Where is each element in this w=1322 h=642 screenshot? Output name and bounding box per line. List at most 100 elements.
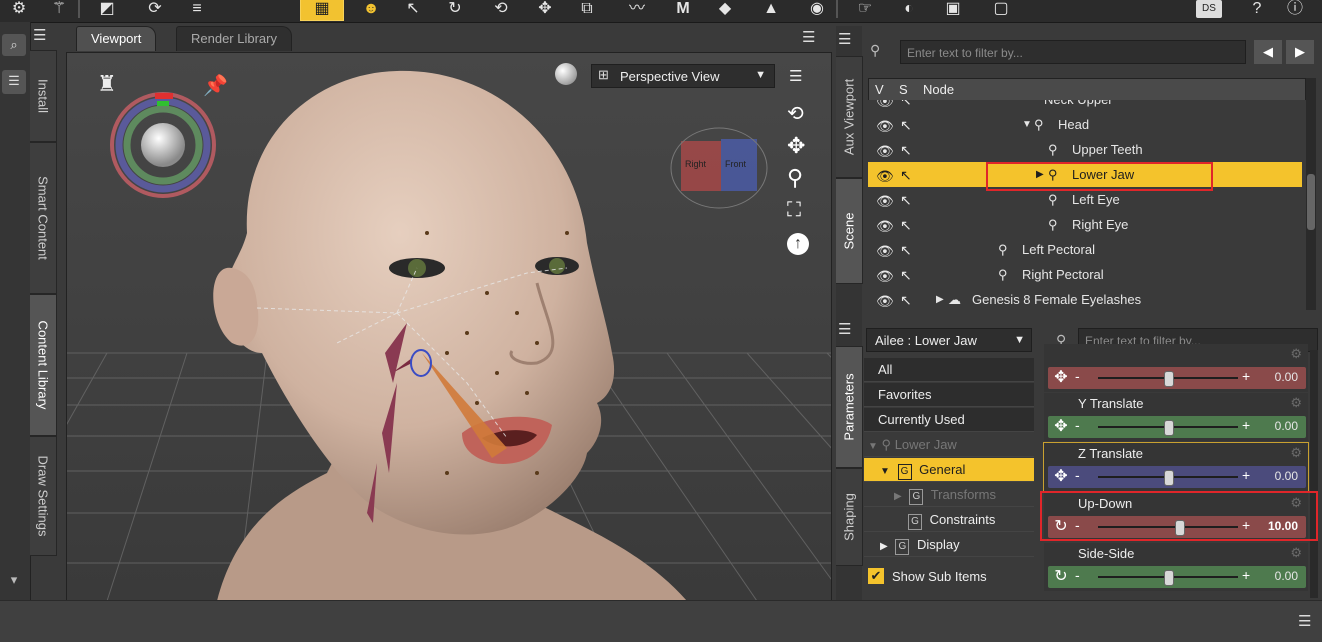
tab-viewport[interactable]: Viewport: [76, 26, 157, 51]
parameter-row[interactable]: ⚙ ✥ - +0.00: [1044, 344, 1308, 392]
parameters-scrollbar[interactable]: [1310, 350, 1318, 598]
gear-icon[interactable]: ⚙: [8, 0, 30, 18]
parameter-slider[interactable]: ✥ - +0.00: [1048, 466, 1306, 488]
category-transforms[interactable]: ▶ G Transforms: [864, 483, 1034, 507]
category-favorites[interactable]: Favorites: [864, 383, 1034, 407]
gear-icon[interactable]: ⚙: [1290, 346, 1302, 362]
category-currently-used[interactable]: Currently Used: [864, 408, 1034, 432]
category-constraints[interactable]: G Constraints: [864, 508, 1034, 532]
select-arrow-icon[interactable]: ↖: [900, 213, 918, 233]
pin-icon[interactable]: 📌: [203, 73, 228, 98]
gear-icon[interactable]: ⚙: [1290, 445, 1302, 461]
show-sub-items-checkbox[interactable]: ✔: [868, 568, 884, 584]
select-arrow-icon[interactable]: ↖: [900, 188, 918, 208]
category-lower-jaw[interactable]: ▼ ⚲ Lower Jaw: [864, 433, 1034, 457]
move-icon[interactable]: ✥: [534, 0, 556, 18]
select-arrow-icon[interactable]: ↖: [900, 100, 918, 108]
tree-row-neck-upper[interactable]: 👁 ↖ Neck Upper: [868, 100, 1302, 112]
render-window-icon[interactable]: ▢: [990, 0, 1012, 18]
scene-filter-input[interactable]: Enter text to filter by...: [900, 40, 1246, 64]
search-icon[interactable]: ⌕: [2, 34, 26, 56]
eye-icon[interactable]: 👁: [876, 189, 894, 209]
camera-icon[interactable]: ◉: [806, 0, 828, 18]
expand-arrow-icon[interactable]: ▶: [936, 287, 944, 310]
select-arrow-icon[interactable]: ↖: [900, 288, 918, 308]
gear-icon[interactable]: ⚙: [1290, 395, 1302, 411]
parameter-value[interactable]: 0.00: [1275, 370, 1298, 384]
smile-icon[interactable]: ☻: [360, 0, 382, 18]
eye-icon[interactable]: 👁: [876, 100, 894, 109]
decrement-button[interactable]: -: [1075, 368, 1080, 384]
redo-icon[interactable]: ⟲: [490, 0, 512, 18]
view-select[interactable]: ⊞ Perspective View ▼: [591, 64, 775, 88]
eye-icon[interactable]: 👁: [876, 214, 894, 234]
render-icon[interactable]: ◐: [898, 0, 920, 18]
ds-logo[interactable]: DS: [1196, 0, 1222, 18]
tree-row-upper-teeth[interactable]: 👁 ↖ ⚲ Upper Teeth: [868, 137, 1302, 162]
3d-viewport[interactable]: Right Front ♜ 📌 ⊞ Perspective View ▼ ☰ ⟲…: [66, 52, 832, 602]
tab-shaping[interactable]: Shaping: [836, 468, 863, 566]
parameter-slider[interactable]: ✥ - +0.00: [1048, 367, 1306, 389]
select-arrow-icon[interactable]: ↖: [900, 163, 918, 183]
parameter-row[interactable]: Z Translate ⚙ ✥ - +0.00: [1043, 442, 1309, 492]
figure-icon[interactable]: ♜: [97, 71, 117, 97]
paint-icon[interactable]: ◆: [714, 0, 736, 18]
render-settings-icon[interactable]: ▣: [942, 0, 964, 18]
viewport-menu-icon[interactable]: ☰: [802, 28, 824, 48]
tab-draw-settings[interactable]: Draw Settings: [30, 436, 57, 556]
parameter-row[interactable]: Y Translate ⚙ ✥ - +0.00: [1044, 393, 1308, 441]
select-arrow-icon[interactable]: ↖: [900, 138, 918, 158]
category-display[interactable]: ▶ G Display: [864, 533, 1034, 557]
transform-icon[interactable]: ◩: [96, 0, 118, 18]
eye-icon[interactable]: 👁: [876, 239, 894, 259]
gear-icon[interactable]: ⚙: [1290, 545, 1302, 561]
increment-button[interactable]: +: [1242, 467, 1250, 483]
parameter-value[interactable]: 0.00: [1275, 419, 1298, 433]
tab-parameters[interactable]: Parameters: [836, 346, 863, 468]
pointer-icon[interactable]: ☞: [854, 0, 876, 18]
pan-icon[interactable]: ✥: [787, 133, 805, 159]
camera-rotation-gizmo[interactable]: [110, 92, 216, 198]
decrement-button[interactable]: -: [1075, 467, 1080, 483]
slider-handle[interactable]: [1164, 470, 1174, 486]
increment-button[interactable]: +: [1242, 567, 1250, 583]
decrement-button[interactable]: -: [1075, 567, 1080, 583]
category-general[interactable]: ▼ G General: [864, 458, 1034, 482]
tab-smart-content[interactable]: Smart Content: [30, 142, 57, 294]
select-icon[interactable]: ↖: [402, 0, 424, 18]
orbit-icon[interactable]: ⟲: [787, 101, 804, 126]
zoom-icon[interactable]: ⚲: [787, 165, 803, 191]
menu-icon[interactable]: ≡: [186, 0, 208, 18]
refresh-icon[interactable]: ⟳: [144, 0, 166, 18]
slider-handle[interactable]: [1164, 570, 1174, 586]
rotate-icon[interactable]: ↻: [444, 0, 466, 18]
header-visible[interactable]: V: [875, 82, 884, 97]
info-icon[interactable]: ⓘ: [1284, 0, 1306, 18]
frame-icon[interactable]: ⛶: [787, 199, 801, 222]
tab-content-library[interactable]: Content Library: [30, 294, 57, 436]
morph-icon[interactable]: M: [672, 0, 694, 18]
eye-icon[interactable]: 👁: [876, 139, 894, 159]
tree-row-right-pectoral[interactable]: 👁 ↖ ⚲ Right Pectoral: [868, 262, 1302, 287]
tree-row-eyelashes[interactable]: 👁 ↖ ▶ ☁ Genesis 8 Female Eyelashes: [868, 287, 1302, 310]
scrollbar-thumb[interactable]: [1307, 174, 1315, 230]
panel-menu-icon[interactable]: ☰: [33, 26, 57, 46]
select-arrow-icon[interactable]: ↖: [900, 238, 918, 258]
next-arrow-icon[interactable]: ▶: [1286, 40, 1314, 64]
scene-scrollbar[interactable]: [1306, 78, 1316, 310]
parameter-slider[interactable]: ✥ - +0.00: [1048, 416, 1306, 438]
select-arrow-icon[interactable]: ↖: [900, 263, 918, 283]
prev-arrow-icon[interactable]: ◀: [1254, 40, 1282, 64]
wand-icon[interactable]: ⚚: [48, 0, 70, 18]
select-arrow-icon[interactable]: ↖: [900, 113, 918, 133]
decrement-button[interactable]: -: [1075, 417, 1080, 433]
help-icon[interactable]: ?: [1246, 0, 1268, 18]
geometry-icon[interactable]: ▲: [760, 0, 782, 18]
tab-install[interactable]: Install: [30, 50, 57, 142]
eye-icon[interactable]: 👁: [876, 264, 894, 284]
scene-menu-icon[interactable]: ☰: [838, 30, 851, 48]
expand-arrow-icon[interactable]: ▼: [1022, 112, 1032, 137]
viewport-options-icon[interactable]: ☰: [789, 67, 802, 85]
eye-icon[interactable]: 👁: [876, 164, 894, 184]
scale-icon[interactable]: ⧉: [576, 0, 598, 18]
